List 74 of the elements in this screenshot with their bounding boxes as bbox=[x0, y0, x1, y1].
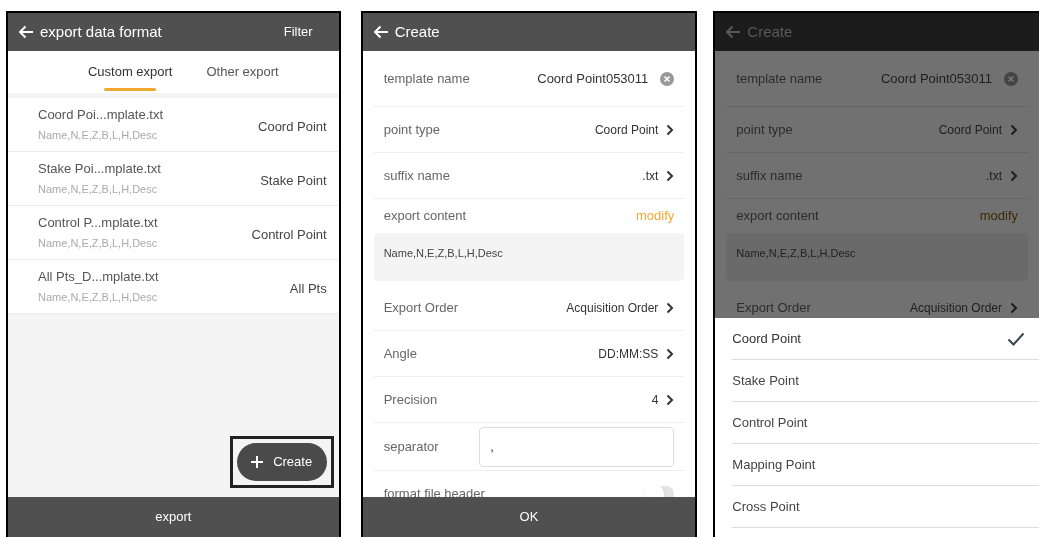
content-field[interactable]: Name,N,E,Z,B,L,H,Desc bbox=[373, 233, 685, 281]
tab[interactable]: Other export bbox=[206, 51, 279, 93]
chevron-right-icon bbox=[666, 393, 675, 406]
field-label: export content bbox=[383, 207, 467, 226]
export-button[interactable]: export bbox=[8, 497, 339, 537]
point-type-label: Stake Point bbox=[260, 171, 327, 190]
option-row[interactable]: Cross Point bbox=[732, 486, 1039, 528]
option-row[interactable]: Coord Point bbox=[732, 318, 1039, 360]
chevron-right-icon bbox=[1010, 301, 1018, 314]
filter-button[interactable]: Filter bbox=[283, 22, 313, 42]
check-icon bbox=[1007, 331, 1025, 346]
field-value: Coord Point bbox=[594, 121, 659, 139]
option-row[interactable]: Stake Point bbox=[732, 360, 1039, 402]
template-row[interactable]: Control P...mplate.txt Name,N,E,Z,B,L,H,Desc Control Point bbox=[8, 206, 339, 260]
point-type-label: Control Point bbox=[251, 225, 327, 244]
screen-title: export data format bbox=[40, 21, 162, 42]
screen-title: Create bbox=[747, 21, 793, 42]
field-label: point type bbox=[383, 120, 441, 139]
chevron-right-icon bbox=[666, 123, 675, 136]
field-value: DD:MM:SS bbox=[598, 345, 659, 363]
option-row[interactable]: Control Point bbox=[732, 402, 1039, 444]
field-label: template name bbox=[383, 69, 470, 88]
create-button[interactable]: Create bbox=[236, 443, 327, 481]
field-label: suffix name bbox=[383, 166, 450, 185]
template-row[interactable]: Coord Poi...mplate.txt Name,N,E,Z,B,L,H,Desc Coord Point bbox=[8, 98, 339, 152]
option-label: Mapping Point bbox=[732, 455, 816, 474]
chevron-right-icon bbox=[666, 169, 675, 182]
separator-input[interactable]: , bbox=[479, 426, 675, 467]
field-value: Coord Point053011 bbox=[537, 69, 649, 88]
field-value: .txt bbox=[986, 167, 1002, 185]
template-name: Stake Poi...mplate.txt bbox=[38, 160, 161, 178]
template-name: Control P...mplate.txt bbox=[38, 214, 158, 232]
field-value: Acquisition Order bbox=[909, 299, 1002, 317]
field-label: separator bbox=[383, 437, 439, 456]
template-fields: Name,N,E,Z,B,L,H,Desc bbox=[38, 181, 161, 197]
template-name: Coord Poi...mplate.txt bbox=[38, 106, 163, 124]
field-label: template name bbox=[736, 69, 823, 88]
template-row[interactable]: All Pts_D...mplate.txt Name,N,E,Z,B,L,H,Desc All Pts bbox=[8, 260, 339, 314]
clear-icon[interactable] bbox=[660, 71, 675, 86]
field-label: Export Order bbox=[383, 298, 459, 317]
chevron-right-icon bbox=[666, 347, 675, 360]
field-label: Angle bbox=[383, 344, 417, 363]
option-label: Stake Point bbox=[732, 371, 799, 390]
tab-indicator bbox=[104, 88, 157, 91]
template-row[interactable]: Stake Poi...mplate.txt Name,N,E,Z,B,L,H,Desc Stake Point bbox=[8, 152, 339, 206]
field-label: export content bbox=[736, 207, 819, 226]
point-type-label: Coord Point bbox=[258, 117, 327, 136]
option-label: Coord Point bbox=[732, 329, 801, 348]
field-value: .txt bbox=[642, 167, 659, 185]
field-label: Export Order bbox=[736, 298, 811, 317]
tab[interactable]: Custom export bbox=[87, 51, 173, 93]
field-value: Coord Point053011 bbox=[880, 69, 992, 88]
screen-title: Create bbox=[394, 21, 440, 42]
ok-button[interactable]: OK bbox=[362, 497, 696, 537]
chevron-right-icon bbox=[1010, 169, 1018, 182]
chevron-right-icon bbox=[1010, 123, 1018, 136]
field-label: point type bbox=[736, 120, 793, 139]
field-value: Coord Point bbox=[938, 121, 1002, 139]
toggle-switch[interactable] bbox=[644, 485, 675, 497]
plus-icon bbox=[251, 456, 264, 468]
chevron-right-icon bbox=[666, 301, 675, 314]
field-value: 4 bbox=[651, 391, 659, 409]
option-label: Cross Point bbox=[732, 497, 800, 516]
template-fields: Name,N,E,Z,B,L,H,Desc bbox=[38, 289, 159, 305]
field-value: Acquisition Order bbox=[566, 299, 659, 317]
point-type-label: All Pts bbox=[289, 279, 327, 298]
option-label: Control Point bbox=[732, 413, 808, 432]
clear-icon[interactable] bbox=[1004, 71, 1018, 86]
option-row[interactable]: Mapping Point bbox=[732, 444, 1039, 486]
template-fields: Name,N,E,Z,B,L,H,Desc bbox=[38, 235, 158, 251]
field-label: suffix name bbox=[736, 166, 803, 185]
template-fields: Name,N,E,Z,B,L,H,Desc bbox=[38, 127, 163, 143]
template-name: All Pts_D...mplate.txt bbox=[38, 268, 159, 286]
field-label: Precision bbox=[383, 390, 438, 409]
